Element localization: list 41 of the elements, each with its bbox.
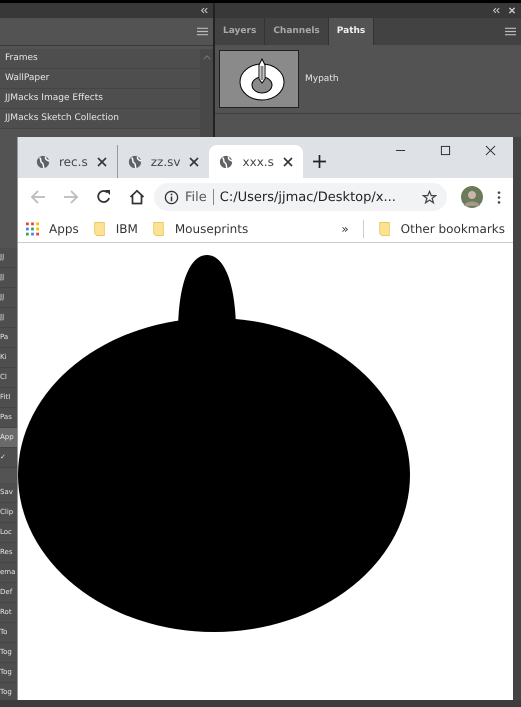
close-icon[interactable] bbox=[189, 156, 200, 166]
scheme-label: File bbox=[185, 190, 207, 204]
address-bar[interactable]: File C:/Users/jjmac/Desktop/x... bbox=[154, 183, 447, 211]
info-icon[interactable] bbox=[164, 190, 179, 204]
action-set-item[interactable]: Frames bbox=[0, 49, 200, 69]
bookmark[interactable]: Mouseprints bbox=[152, 222, 248, 236]
reload-icon[interactable] bbox=[96, 189, 112, 205]
bookmark[interactable]: Other bookmarks bbox=[378, 222, 505, 236]
folder-icon bbox=[92, 222, 106, 236]
folder-icon bbox=[378, 222, 391, 236]
action-set-item[interactable]: JJMacks Sketch Collection bbox=[0, 109, 200, 129]
collapse-icon[interactable] bbox=[200, 7, 208, 14]
action-set-item[interactable]: WallPaper bbox=[0, 69, 200, 89]
close-icon[interactable] bbox=[282, 156, 293, 166]
path-name: Mypath bbox=[305, 74, 339, 84]
globe-icon bbox=[128, 154, 142, 168]
star-icon[interactable] bbox=[422, 190, 437, 204]
more-icon[interactable] bbox=[497, 190, 501, 204]
bookmark[interactable]: Apps bbox=[26, 222, 79, 236]
menu-icon[interactable] bbox=[505, 27, 516, 36]
globe-icon bbox=[219, 154, 234, 168]
collapse-icon[interactable] bbox=[492, 7, 500, 14]
new-tab-icon[interactable] bbox=[312, 155, 326, 168]
globe-icon bbox=[36, 154, 50, 168]
browser-tab[interactable]: xxx.s bbox=[209, 145, 303, 178]
avatar-icon[interactable] bbox=[461, 186, 483, 208]
home-icon[interactable] bbox=[129, 189, 145, 205]
apps-grid-icon bbox=[26, 222, 39, 236]
action-set-item[interactable]: JJMacks Image Effects bbox=[0, 89, 200, 109]
maximize-icon[interactable] bbox=[440, 145, 451, 156]
bookmarks-overflow[interactable]: » bbox=[341, 222, 349, 236]
panel-tab[interactable]: Paths bbox=[328, 18, 374, 45]
browser-tab[interactable]: rec.s bbox=[26, 145, 117, 178]
url-text: C:/Users/jjmac/Desktop/x... bbox=[220, 190, 397, 204]
bookmark[interactable]: IBM bbox=[92, 222, 138, 236]
panel-tab[interactable]: Layers bbox=[215, 18, 266, 45]
menu-icon[interactable] bbox=[197, 27, 208, 36]
folder-icon bbox=[152, 222, 165, 236]
close-icon[interactable] bbox=[96, 156, 107, 166]
close-icon[interactable] bbox=[485, 145, 496, 156]
scrollbar[interactable] bbox=[200, 49, 213, 137]
